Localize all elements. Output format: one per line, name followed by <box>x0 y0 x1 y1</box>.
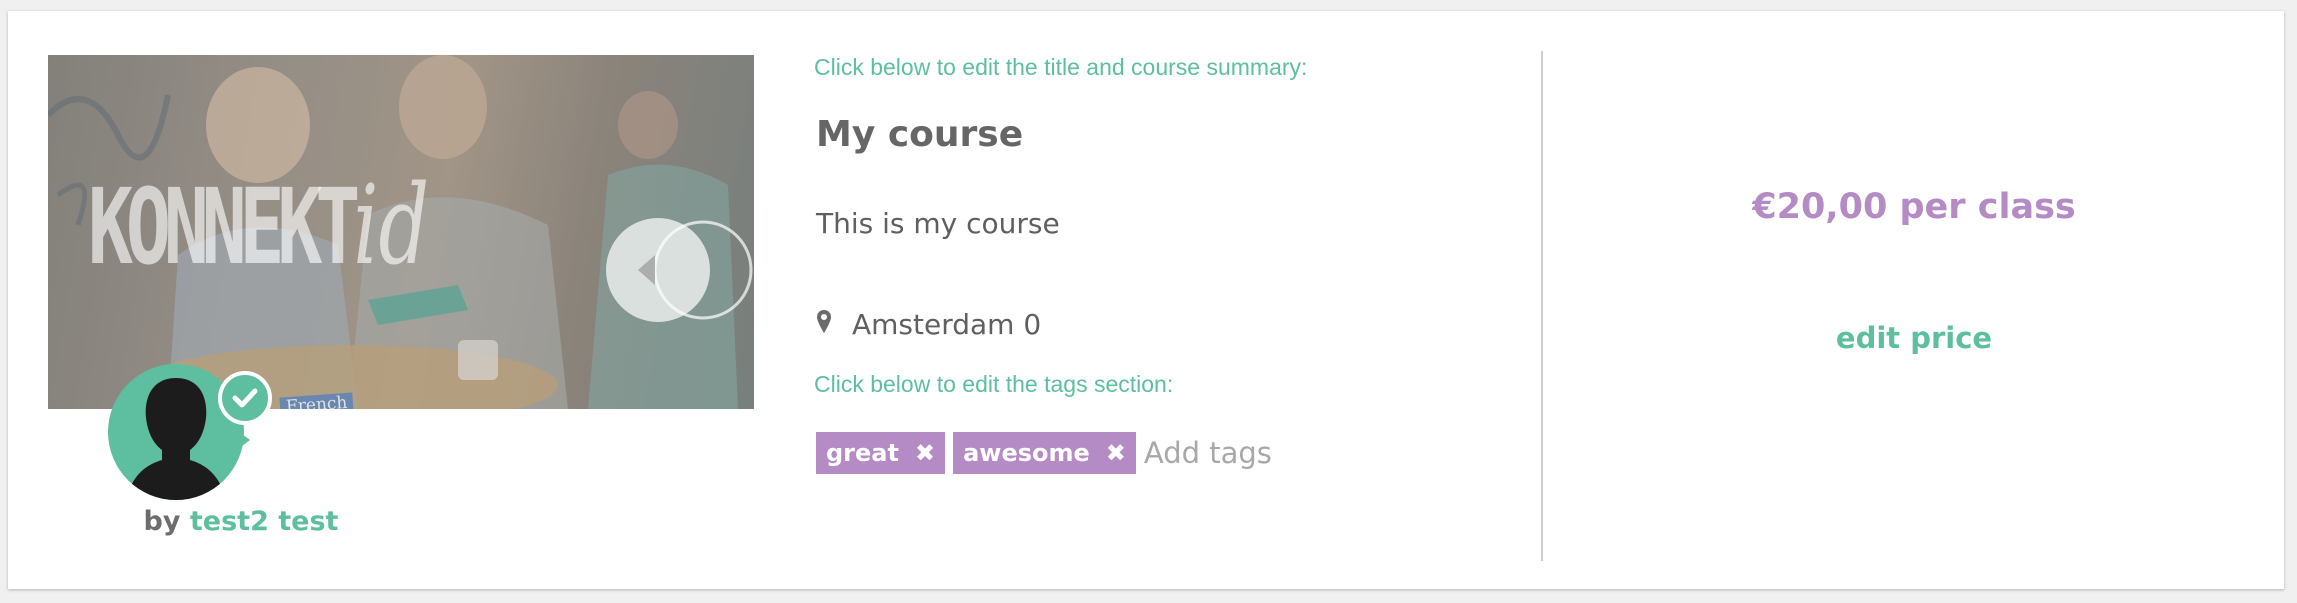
course-price: €20,00 per class <box>1752 187 2076 227</box>
remove-tag-icon[interactable]: ✖ <box>1106 441 1126 465</box>
course-image[interactable]: KONNEKTid French <box>48 55 754 409</box>
teacher-name-link[interactable]: test2 test <box>190 506 339 537</box>
map-pin-icon <box>817 309 831 333</box>
remove-tag-icon[interactable]: ✖ <box>915 441 935 465</box>
tag-chip: awesome ✖ <box>953 432 1136 474</box>
tags-editor: great ✖ awesome ✖ <box>816 432 1364 474</box>
course-summary[interactable]: This is my course <box>816 207 1060 240</box>
brand-circles-icon <box>606 218 753 322</box>
tags-edit-hint: Click below to edit the tags section: <box>814 371 1174 397</box>
add-tags-input[interactable] <box>1143 436 1364 470</box>
brand-logo-script: id <box>353 161 430 289</box>
brand-logo: KONNEKTid <box>88 170 429 280</box>
avatar-pointer <box>238 431 250 449</box>
brand-logo-text: KONNEKT <box>88 166 360 288</box>
column-divider <box>1541 51 1543 561</box>
location-text: Amsterdam 0 <box>852 308 1042 341</box>
course-title[interactable]: My course <box>816 114 1023 155</box>
verified-badge <box>218 371 272 425</box>
course-card: KONNEKTid French by test2 test Click bel… <box>8 11 2284 589</box>
by-label: by <box>143 506 181 537</box>
course-location: Amsterdam 0 <box>816 308 1041 341</box>
edit-price-link[interactable]: edit price <box>1544 321 2284 355</box>
tag-label: awesome <box>963 439 1090 467</box>
tag-chip: great ✖ <box>816 432 946 474</box>
check-icon <box>232 388 258 408</box>
teacher-byline: by test2 test <box>8 506 474 537</box>
title-edit-hint: Click below to edit the title and course… <box>814 54 1308 80</box>
tag-label: great <box>826 439 899 467</box>
